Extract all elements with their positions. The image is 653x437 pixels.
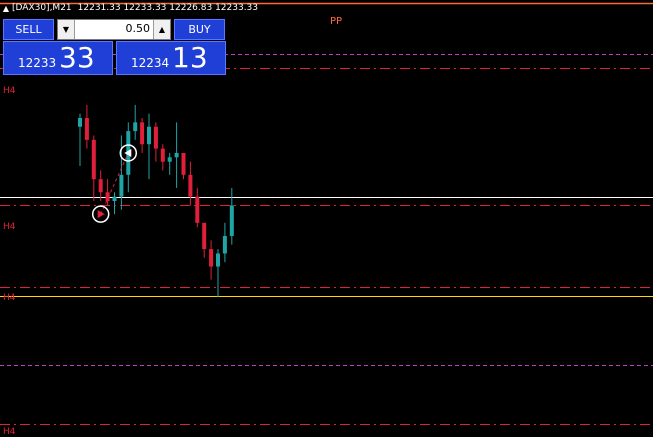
- candle-body: [229, 205, 234, 236]
- lot-size-stepper[interactable]: ▼ 0.50 ▲: [57, 19, 171, 40]
- candle-body: [216, 253, 220, 267]
- symbol-timeframe: [DAX30],M21: [12, 3, 72, 13]
- candle-body: [195, 196, 200, 223]
- h4-level-label-4: H4: [3, 427, 16, 437]
- candle-body: [222, 235, 227, 254]
- candle-body: [160, 148, 165, 162]
- candle-body: [209, 249, 214, 267]
- bid-price-pips: 33: [59, 41, 95, 74]
- candle-body: [202, 222, 207, 250]
- bid-price-prefix: 12233: [18, 56, 57, 70]
- lot-decrease-icon[interactable]: ▼: [58, 20, 75, 39]
- candle-body: [140, 122, 145, 145]
- candle-body: [119, 174, 124, 197]
- candle-body: [167, 157, 172, 162]
- ask-price-button[interactable]: 12234 13: [116, 41, 226, 75]
- lot-increase-icon[interactable]: ▲: [153, 20, 170, 39]
- candle-body: [174, 152, 179, 158]
- pp-level-label: PP: [330, 16, 343, 27]
- candle-body: [188, 174, 193, 197]
- buy-button[interactable]: BUY: [174, 19, 225, 40]
- candle-body: [133, 122, 138, 132]
- ask-price-pips: 13: [172, 41, 208, 74]
- h4-level-label-3: H4: [3, 293, 16, 303]
- candle-body: [98, 179, 103, 193]
- candle-body: [84, 117, 89, 140]
- bid-price-button[interactable]: 12233 33: [3, 41, 113, 75]
- candle-body: [147, 126, 151, 145]
- candlesticks: [78, 104, 234, 298]
- candle-body: [78, 117, 82, 127]
- one-click-trading-panel: SELL ▼ 0.50 ▲ BUY 12233 33 12234 13: [3, 17, 226, 75]
- ohlc-values: 12231.33 12233.33 12226.83 12233.33: [77, 3, 259, 13]
- h4-level-label-2: H4: [3, 222, 16, 232]
- candle-body: [112, 196, 117, 202]
- ask-price-prefix: 12234: [131, 56, 170, 70]
- candle-body: [91, 139, 96, 180]
- chart-title-bar: ▲ [DAX30],M21 12231.33 12233.33 12226.83…: [0, 0, 653, 16]
- buy-arrow-icon: [97, 210, 105, 219]
- h4-level-label-1: H4: [3, 86, 16, 96]
- candle-body: [153, 126, 158, 149]
- candle-body: [181, 152, 186, 175]
- collapse-arrow-icon[interactable]: ▲: [0, 4, 12, 13]
- lot-size-value[interactable]: 0.50: [126, 22, 151, 35]
- sell-button[interactable]: SELL: [3, 19, 54, 40]
